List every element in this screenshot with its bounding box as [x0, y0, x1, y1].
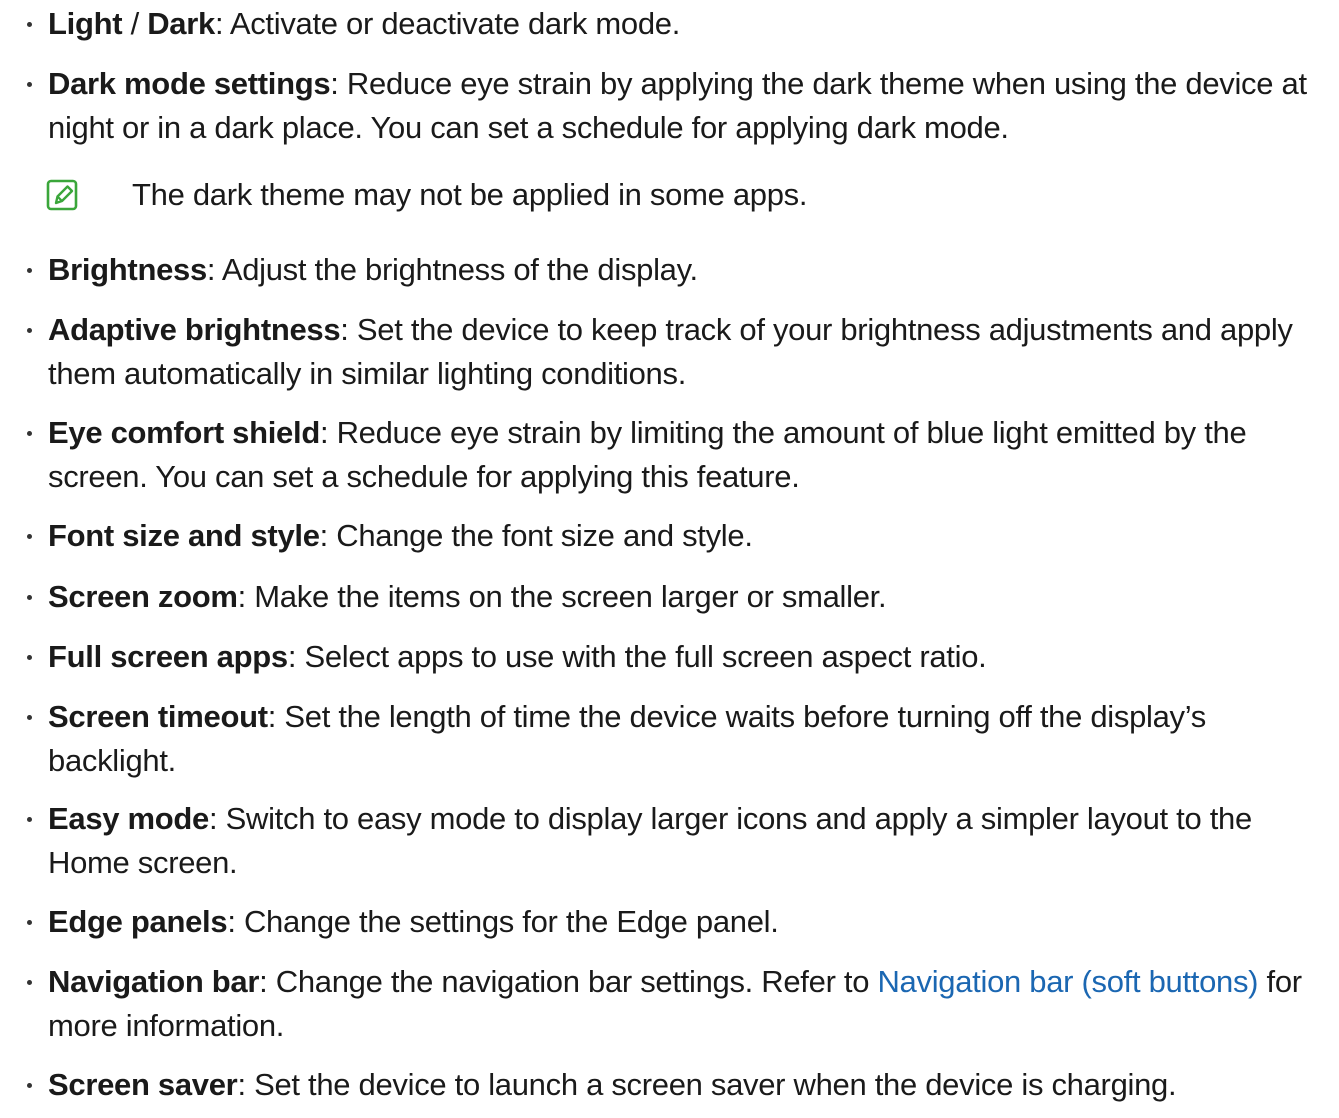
- item-term: Screen timeout: [48, 699, 268, 734]
- list-item-dark-mode-settings: Dark mode settings: Reduce eye strain by…: [0, 62, 1330, 150]
- item-term: Full screen apps: [48, 639, 288, 674]
- list-item-easy-mode: Easy mode: Switch to easy mode to displa…: [0, 797, 1330, 885]
- item-separator: /: [122, 6, 148, 41]
- list-item-brightness: Brightness: Adjust the brightness of the…: [0, 248, 1330, 292]
- list-item-screen-zoom: Screen zoom: Make the items on the scree…: [0, 575, 1330, 619]
- item-term: Easy mode: [48, 801, 209, 836]
- item-term: Brightness: [48, 252, 207, 287]
- list-item-screen-saver: Screen saver: Set the device to launch a…: [0, 1063, 1330, 1107]
- list-item-font-size-and-style: Font size and style: Change the font siz…: [0, 514, 1330, 558]
- item-term: Navigation bar: [48, 964, 260, 999]
- list-item-navigation-bar: Navigation bar: Change the navigation ba…: [0, 960, 1330, 1048]
- note-box: The dark theme may not be applied in som…: [46, 173, 1306, 217]
- item-description: : Set the device to launch a screen save…: [237, 1067, 1177, 1102]
- item-term: Eye comfort shield: [48, 415, 320, 450]
- item-term: Light: [48, 6, 123, 41]
- item-term: Dark mode settings: [48, 66, 331, 101]
- navigation-bar-link[interactable]: Navigation bar (soft buttons): [877, 964, 1258, 999]
- list-item-edge-panels: Edge panels: Change the settings for the…: [0, 900, 1330, 944]
- item-description: : Activate or deactivate dark mode.: [214, 6, 681, 41]
- list-item-adaptive-brightness: Adaptive brightness: Set the device to k…: [0, 308, 1330, 396]
- note-icon: [46, 179, 78, 211]
- item-description: : Adjust the brightness of the display.: [206, 252, 698, 287]
- list-item-eye-comfort-shield: Eye comfort shield: Reduce eye strain by…: [0, 411, 1330, 499]
- item-description: : Change the font size and style.: [319, 518, 753, 553]
- note-text: The dark theme may not be applied in som…: [132, 177, 808, 212]
- item-description: : Make the items on the screen larger or…: [237, 579, 887, 614]
- item-description: : Select apps to use with the full scree…: [287, 639, 987, 674]
- item-description: : Change the settings for the Edge panel…: [227, 904, 779, 939]
- item-term: Adaptive brightness: [48, 312, 341, 347]
- item-term: Screen saver: [48, 1067, 238, 1102]
- list-item-full-screen-apps: Full screen apps: Select apps to use wit…: [0, 635, 1330, 679]
- list-item-light-dark: Light / Dark: Activate or deactivate dar…: [0, 2, 1330, 46]
- item-description: : Switch to easy mode to display larger …: [48, 801, 1252, 880]
- list-item-screen-timeout: Screen timeout: Set the length of time t…: [0, 695, 1330, 783]
- item-description: : Change the navigation bar settings. Re…: [259, 964, 878, 999]
- item-term: Font size and style: [48, 518, 320, 553]
- item-term: Edge panels: [48, 904, 228, 939]
- item-term: Screen zoom: [48, 579, 238, 614]
- item-term-2: Dark: [147, 6, 215, 41]
